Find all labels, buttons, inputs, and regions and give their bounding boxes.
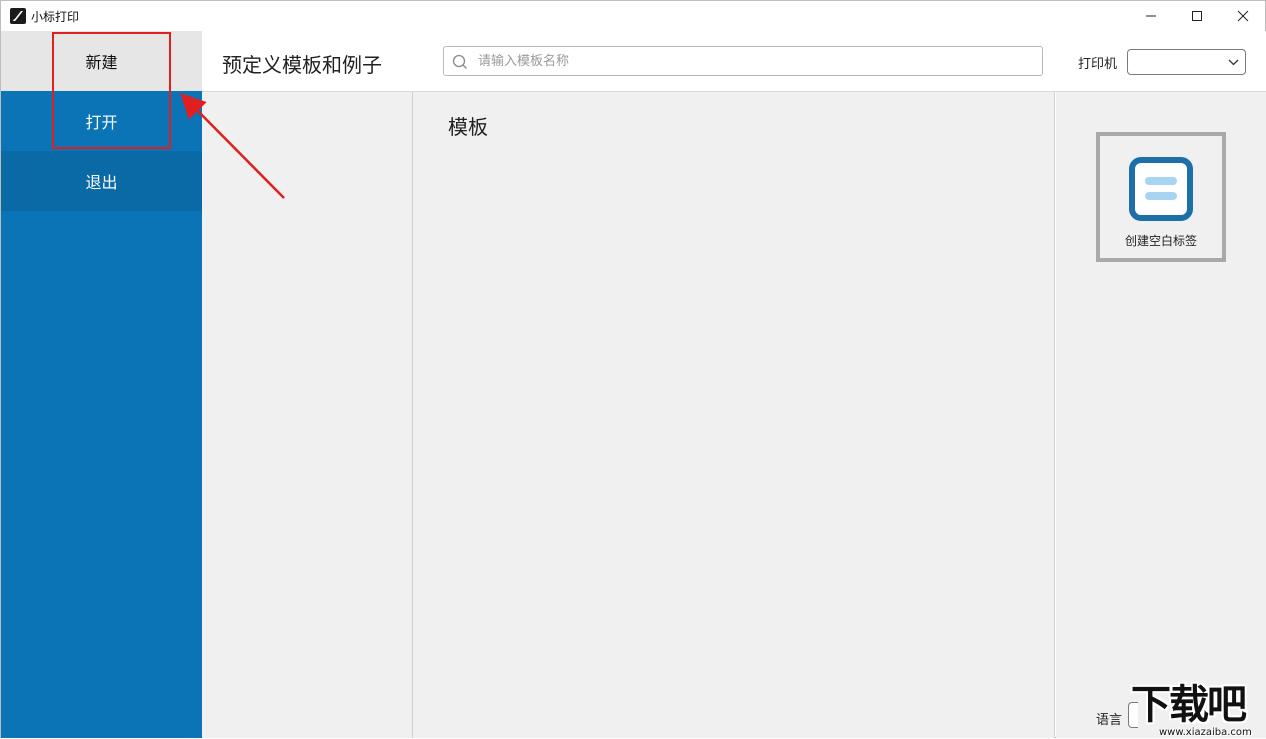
blank-label-icon	[1129, 157, 1193, 221]
maximize-button[interactable]	[1174, 1, 1220, 31]
close-button[interactable]	[1220, 1, 1266, 31]
watermark-url: www.xiazaiba.com	[1159, 727, 1252, 738]
window-title: 小标打印	[31, 10, 80, 24]
create-blank-label-text: 创建空白标签	[1124, 234, 1197, 248]
templates-panel: 模板	[413, 92, 1055, 738]
search-input[interactable]	[478, 51, 1028, 71]
printer-select[interactable]	[1127, 49, 1246, 75]
chevron-down-icon	[1228, 59, 1239, 66]
app-window: 小标打印 新建 打开 退出 预定义模板和例子 请输入模板名称 打印机 模板 创建…	[0, 0, 1266, 738]
search-box[interactable]	[443, 46, 1043, 76]
minimize-icon	[1146, 15, 1156, 17]
printer-label: 打印机	[1078, 57, 1118, 72]
close-icon	[1237, 10, 1249, 22]
search-icon	[452, 54, 467, 69]
app-logo-icon	[10, 8, 26, 24]
minimize-button[interactable]	[1128, 1, 1174, 31]
right-panel: 创建空白标签 语言	[1056, 92, 1266, 738]
header: 预定义模板和例子 打印机	[202, 31, 1266, 92]
sidebar-item-label: 退出	[85, 173, 118, 192]
title-bar: 小标打印	[1, 1, 1265, 31]
sidebar-item-exit[interactable]: 退出	[1, 151, 202, 211]
watermark-logo: 下载吧 www.xiazaiba.com	[1131, 683, 1266, 739]
category-panel	[202, 92, 413, 738]
templates-section-title: 模板	[448, 115, 488, 139]
annotation-highlight-box	[52, 32, 171, 149]
create-blank-label-card[interactable]: 创建空白标签	[1096, 132, 1226, 262]
page-title: 预定义模板和例子	[222, 53, 382, 77]
watermark-text: 下载吧	[1131, 682, 1247, 728]
language-label: 语言	[1096, 713, 1123, 728]
maximize-icon	[1192, 11, 1202, 21]
